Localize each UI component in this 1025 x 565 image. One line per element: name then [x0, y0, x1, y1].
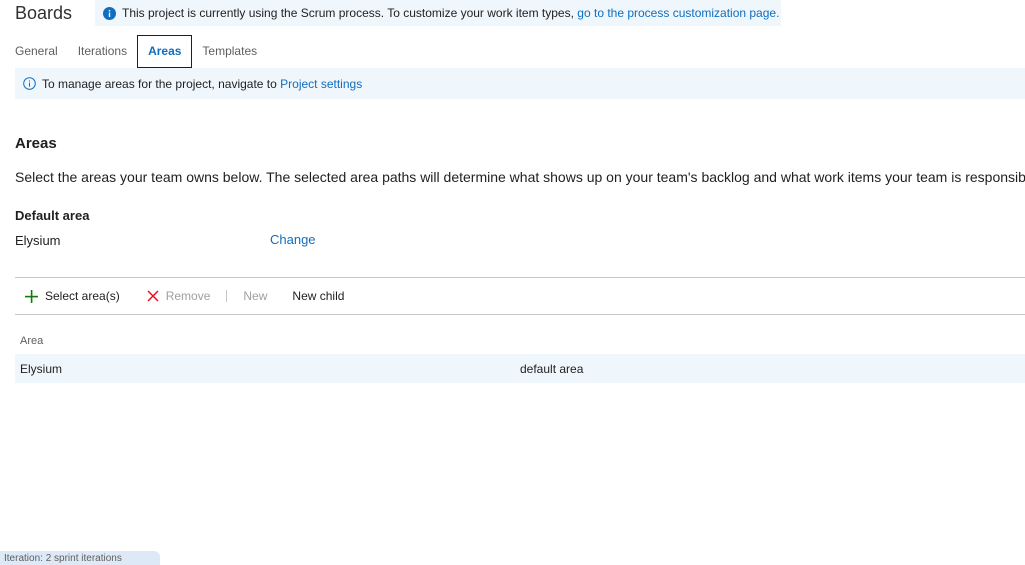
new-button[interactable]: New: [243, 289, 267, 303]
default-area-value: Elysium: [15, 233, 61, 248]
toolbar-top-divider: [15, 277, 1025, 278]
areas-section-title: Areas: [15, 135, 57, 152]
tab-templates[interactable]: Templates: [192, 35, 267, 67]
default-area-label: Default area: [15, 208, 90, 223]
table-row[interactable]: Elysium default area: [15, 354, 1025, 383]
toolbar-separator: [226, 290, 228, 302]
select-areas-button[interactable]: Select area(s): [25, 289, 120, 303]
areas-description: Select the areas your team owns below. T…: [15, 169, 1025, 185]
toolbar-bottom-divider: [15, 314, 1025, 315]
close-icon: [147, 290, 159, 302]
default-area-note: default area: [520, 362, 584, 376]
info-outline-icon: [23, 77, 36, 90]
select-areas-label: Select area(s): [45, 289, 120, 303]
tab-iterations[interactable]: Iterations: [68, 35, 137, 67]
status-tooltip: Iteration: 2 sprint iterations: [0, 551, 160, 565]
banner-text: This project is currently using the Scru…: [122, 6, 574, 20]
info-icon: [103, 6, 116, 20]
boards-title: Boards: [15, 3, 73, 23]
add-icon: [25, 289, 38, 303]
tab-areas[interactable]: Areas: [137, 34, 193, 68]
new-child-button[interactable]: New child: [292, 289, 344, 303]
areas-toolbar: Select area(s) Remove New New child: [15, 279, 344, 313]
remove-label: Remove: [165, 289, 211, 303]
tab-general[interactable]: General: [0, 35, 68, 67]
project-settings-link[interactable]: Project settings: [280, 77, 362, 91]
tab-bar: General Iterations Areas Templates: [0, 34, 267, 68]
change-default-area-link[interactable]: Change: [270, 232, 316, 247]
settings-bar-text: To manage areas for the project, navigat…: [42, 76, 277, 91]
process-customization-link[interactable]: go to the process customization page.: [577, 0, 779, 26]
process-info-banner: This project is currently using the Scru…: [95, 0, 781, 26]
area-cell: Elysium: [20, 362, 63, 376]
area-column-header[interactable]: Area: [20, 335, 43, 347]
project-settings-info-bar: To manage areas for the project, navigat…: [15, 68, 1025, 99]
remove-button[interactable]: Remove: [147, 289, 211, 303]
